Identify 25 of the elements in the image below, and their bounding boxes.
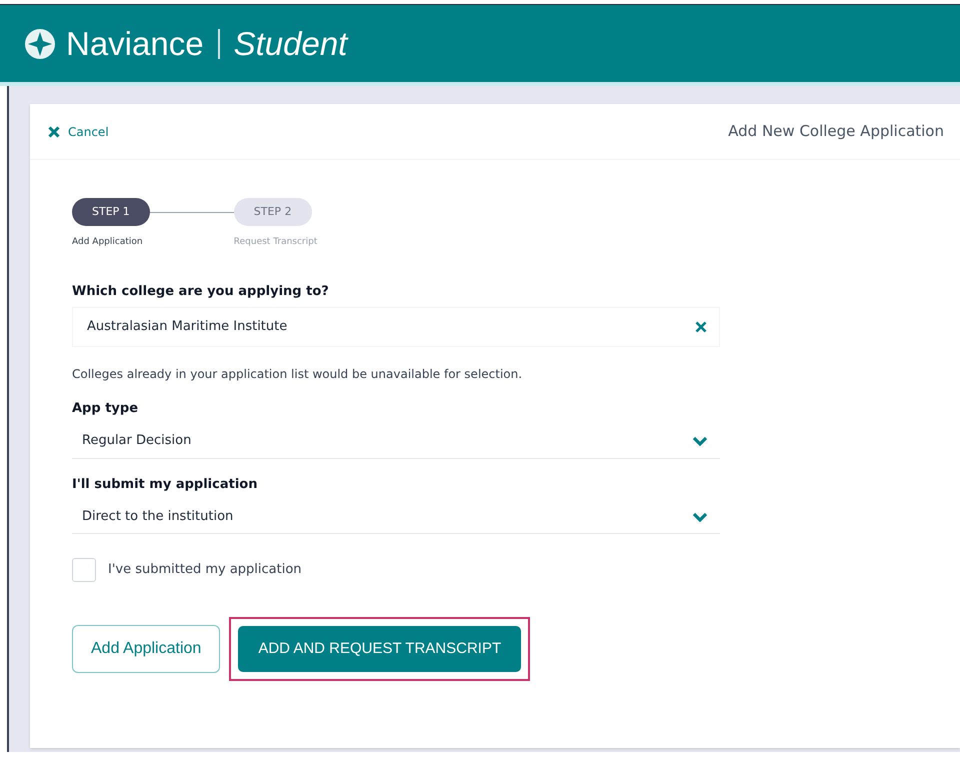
step-pill: STEP 2: [234, 198, 312, 226]
product-name: Student: [234, 24, 348, 64]
field-hint: Colleges already in your application list would be unavailable for selection.: [72, 366, 524, 383]
field-label: Which college are you applying to?: [72, 282, 330, 300]
brand-name: Naviance: [66, 24, 204, 64]
submitted-checkbox[interactable]: [72, 558, 96, 582]
dropdown-field[interactable]: Direct to the institution: [72, 500, 720, 534]
add-and-request-button[interactable]: ADD AND REQUEST TRANSCRIPT: [238, 626, 522, 672]
chevron-down-icon: [692, 512, 708, 522]
cancel-link[interactable]: Cancel: [48, 122, 109, 140]
step-pill: STEP 1: [72, 198, 150, 226]
dropdown-field[interactable]: Regular Decision: [72, 424, 720, 458]
add-application-button[interactable]: Add Application: [72, 625, 220, 673]
checkbox-label: I've submitted my application: [108, 561, 302, 580]
step-caption: Request Transcript: [234, 236, 318, 249]
step-caption: Add Application: [72, 236, 143, 249]
compass-logo-icon: [24, 28, 56, 60]
field-label: I'll submit my application: [72, 476, 258, 494]
college-search-field[interactable]: Australasian Maritime Institute: [72, 307, 720, 347]
field-label: App type: [72, 400, 140, 418]
panel-title: Add New College Application: [728, 121, 944, 142]
close-icon: [48, 126, 60, 138]
brand-divider: [218, 28, 220, 58]
clear-icon[interactable]: [695, 321, 707, 333]
chevron-down-icon: [692, 436, 708, 446]
